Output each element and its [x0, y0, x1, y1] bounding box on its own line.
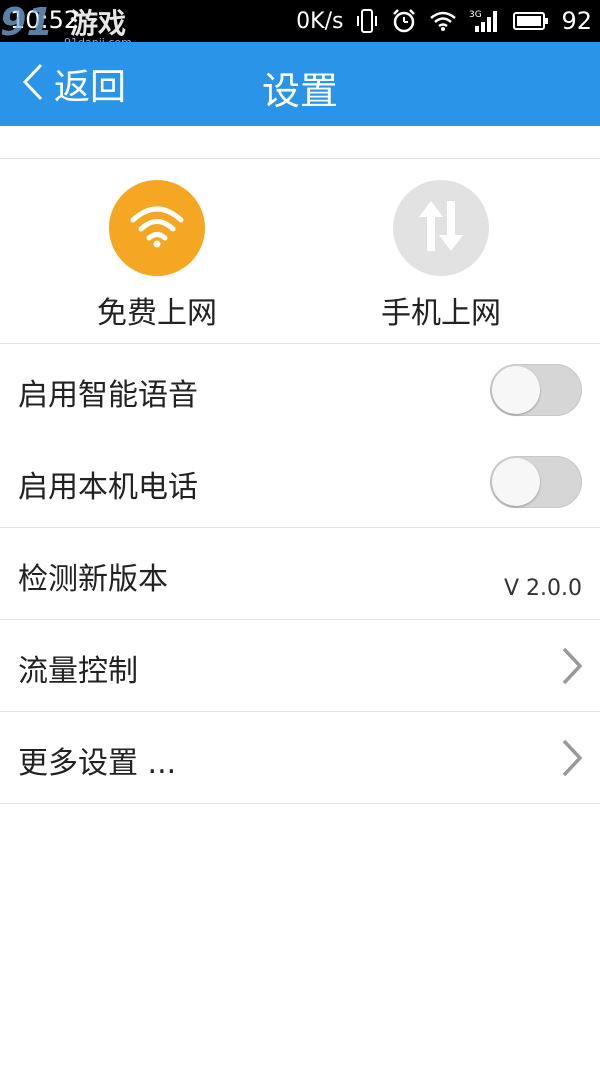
- free-internet-circle: [109, 180, 205, 276]
- network-speed: 0K/s: [296, 8, 344, 34]
- mobile-internet-label: 手机上网: [381, 296, 501, 331]
- chevron-right-icon: [560, 646, 584, 690]
- setting-row-local-phone: 启用本机电话: [0, 436, 600, 528]
- battery-icon: [513, 11, 549, 31]
- check-version-label: 检测新版本: [18, 562, 168, 597]
- signal-icon: 3G: [469, 8, 501, 34]
- watermark-logo: 91: [0, 0, 53, 44]
- battery-level: 92: [561, 7, 592, 35]
- network-mode-section: 免费上网 手机上网: [0, 160, 600, 344]
- vibrate-icon: [355, 8, 379, 34]
- updown-arrows-icon: [416, 199, 466, 257]
- title-bar: 返回 设置: [0, 42, 600, 126]
- divider: [0, 803, 600, 804]
- toggle-knob: [492, 366, 540, 414]
- page-title: 设置: [261, 69, 338, 113]
- mobile-internet-option[interactable]: 手机上网: [341, 180, 541, 332]
- version-text: V 2.0.0: [503, 576, 582, 601]
- local-phone-toggle[interactable]: [490, 456, 582, 508]
- status-icons: 0K/s 3G 92: [296, 0, 592, 42]
- network-type: 3G: [469, 10, 482, 20]
- free-internet-label: 免费上网: [97, 296, 217, 331]
- setting-row-check-version[interactable]: 检测新版本 V 2.0.0: [0, 528, 600, 620]
- divider: [0, 158, 600, 159]
- wifi-icon: [127, 202, 187, 254]
- setting-row-smart-voice: 启用智能语音: [0, 344, 600, 436]
- setting-row-more-settings[interactable]: 更多设置 ...: [0, 712, 600, 804]
- setting-row-traffic-control[interactable]: 流量控制: [0, 620, 600, 712]
- local-phone-label: 启用本机电话: [18, 470, 198, 505]
- smart-voice-toggle[interactable]: [490, 364, 582, 416]
- status-bar: 10:52 91 游戏 91danji.com 0K/s: [0, 0, 600, 49]
- more-settings-label: 更多设置 ...: [18, 746, 177, 781]
- toggle-knob: [492, 458, 540, 506]
- free-internet-option[interactable]: 免费上网: [57, 180, 257, 332]
- wifi-status-icon: [429, 10, 457, 32]
- traffic-control-label: 流量控制: [18, 654, 138, 689]
- alarm-icon: [391, 8, 417, 34]
- mobile-internet-circle: [393, 180, 489, 276]
- chevron-right-icon: [560, 738, 584, 782]
- smart-voice-label: 启用智能语音: [18, 378, 198, 413]
